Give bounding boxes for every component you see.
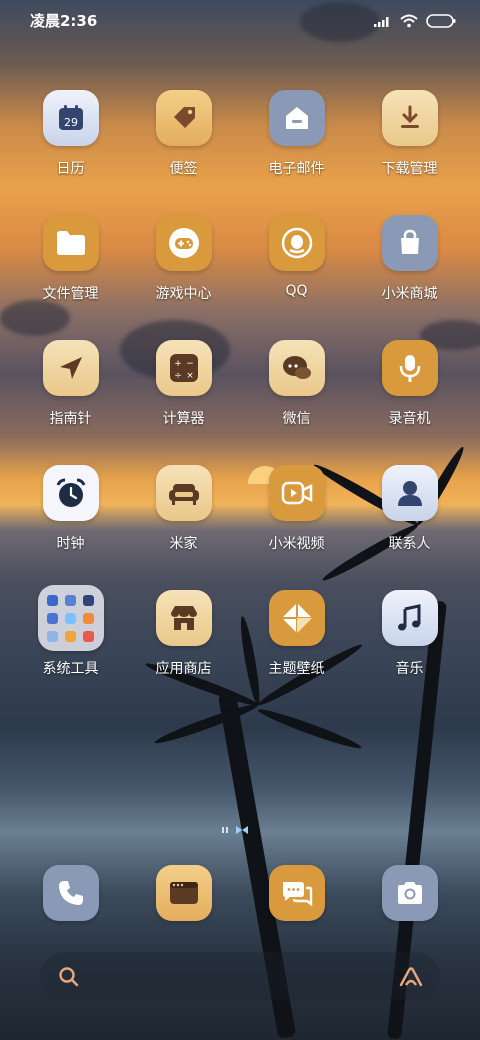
app-label: 小米商城 bbox=[381, 286, 438, 302]
app-contacts[interactable]: 联系人 bbox=[353, 463, 466, 588]
dock-messages[interactable] bbox=[240, 863, 353, 921]
mail-icon bbox=[268, 90, 325, 146]
app-label: 米家 bbox=[169, 536, 198, 552]
status-time: 凌晨2:36 bbox=[30, 12, 98, 30]
app-downloads[interactable]: 下载管理 bbox=[353, 88, 466, 213]
app-email[interactable]: 电子邮件 bbox=[240, 88, 353, 213]
svg-text:+: + bbox=[174, 359, 182, 369]
app-label: 微信 bbox=[282, 411, 311, 427]
search-icon[interactable] bbox=[58, 966, 80, 988]
status-icons bbox=[374, 14, 456, 28]
compass-arrow-icon bbox=[42, 340, 99, 396]
app-label: QQ bbox=[285, 283, 308, 299]
app-row: 时钟 米家 小米视频 联系人 bbox=[0, 463, 480, 588]
signal-icon bbox=[374, 17, 389, 27]
app-mi-store[interactable]: 小米商城 bbox=[353, 213, 466, 338]
search-bar[interactable] bbox=[40, 952, 440, 1000]
shopping-bag-icon bbox=[381, 215, 438, 271]
app-mi-video[interactable]: 小米视频 bbox=[240, 463, 353, 588]
app-row: 指南针 + − ÷ × 计算器 微信 录音机 bbox=[0, 338, 480, 463]
app-wechat[interactable]: 微信 bbox=[240, 338, 353, 463]
app-label: 联系人 bbox=[388, 536, 431, 552]
page-indicator-icon bbox=[222, 826, 248, 834]
folder-grid-icon bbox=[37, 585, 104, 651]
app-label: 日历 bbox=[56, 161, 85, 177]
svg-text:÷: ÷ bbox=[174, 371, 182, 381]
folder-preview-grid bbox=[47, 594, 94, 642]
folder-icon bbox=[42, 215, 99, 271]
music-note-icon bbox=[381, 590, 438, 646]
app-row: 文件管理 游戏中心 QQ 小米商城 bbox=[0, 213, 480, 338]
dock-browser[interactable] bbox=[127, 863, 240, 921]
page-indicator[interactable] bbox=[222, 824, 262, 839]
phone-icon bbox=[42, 865, 99, 921]
video-play-icon bbox=[268, 465, 325, 521]
person-icon bbox=[381, 465, 438, 521]
app-music[interactable]: 音乐 bbox=[353, 588, 466, 713]
battery-icon bbox=[426, 14, 456, 28]
tag-icon bbox=[155, 90, 212, 146]
app-label: 系统工具 bbox=[42, 661, 99, 677]
app-compass[interactable]: 指南针 bbox=[14, 338, 127, 463]
store-icon bbox=[155, 590, 212, 646]
app-label: 录音机 bbox=[388, 411, 431, 427]
app-qq[interactable]: QQ bbox=[240, 213, 353, 338]
chat-bubble-icon bbox=[268, 340, 325, 396]
app-themes[interactable]: 主题壁纸 bbox=[240, 588, 353, 713]
app-label: 小米视频 bbox=[268, 536, 325, 552]
app-label: 应用商店 bbox=[155, 661, 212, 677]
app-label: 游戏中心 bbox=[155, 286, 212, 302]
app-mijia[interactable]: 米家 bbox=[127, 463, 240, 588]
sofa-icon bbox=[155, 465, 212, 521]
browser-window-icon bbox=[155, 865, 212, 921]
app-row: 系统工具 应用商店 主题壁纸 音乐 bbox=[0, 585, 480, 713]
app-calendar[interactable]: 29 日历 bbox=[14, 88, 127, 213]
wifi-icon bbox=[400, 14, 418, 28]
camera-icon bbox=[381, 865, 438, 921]
gamepad-icon bbox=[155, 215, 212, 271]
theme-diamond-icon bbox=[268, 590, 325, 646]
dock-camera[interactable] bbox=[353, 863, 466, 921]
penguin-icon bbox=[268, 215, 325, 271]
messages-icon bbox=[268, 865, 325, 921]
download-icon bbox=[381, 90, 438, 146]
calendar-icon: 29 bbox=[42, 90, 99, 146]
app-app-store[interactable]: 应用商店 bbox=[127, 588, 240, 713]
dock-phone[interactable] bbox=[14, 863, 127, 921]
dock bbox=[0, 863, 480, 921]
microphone-icon bbox=[381, 340, 438, 396]
alarm-clock-icon bbox=[42, 465, 99, 521]
app-row: 29 日历 便签 电子邮件 下载管理 bbox=[0, 88, 480, 213]
app-notes[interactable]: 便签 bbox=[127, 88, 240, 213]
assistant-icon[interactable] bbox=[398, 966, 424, 988]
app-label: 计算器 bbox=[162, 411, 205, 427]
app-clock[interactable]: 时钟 bbox=[14, 463, 127, 588]
svg-text:×: × bbox=[186, 371, 194, 381]
app-files[interactable]: 文件管理 bbox=[14, 213, 127, 338]
app-recorder[interactable]: 录音机 bbox=[353, 338, 466, 463]
app-label: 文件管理 bbox=[42, 286, 99, 302]
app-label: 时钟 bbox=[56, 536, 85, 552]
app-label: 主题壁纸 bbox=[268, 661, 325, 677]
app-label: 电子邮件 bbox=[268, 161, 325, 177]
svg-text:−: − bbox=[186, 359, 194, 369]
app-label: 下载管理 bbox=[381, 161, 438, 177]
app-label: 音乐 bbox=[395, 661, 424, 677]
status-bar: 凌晨2:36 bbox=[0, 10, 480, 34]
calendar-day: 29 bbox=[64, 116, 78, 129]
app-label: 指南针 bbox=[49, 411, 92, 427]
app-calculator[interactable]: + − ÷ × 计算器 bbox=[127, 338, 240, 463]
app-game-center[interactable]: 游戏中心 bbox=[127, 213, 240, 338]
app-grid: 29 日历 便签 电子邮件 下载管理 文件管理 游戏中心 QQ 小米商城 指南针… bbox=[0, 88, 480, 713]
app-label: 便签 bbox=[169, 161, 198, 177]
calculator-icon: + − ÷ × bbox=[155, 340, 212, 396]
app-folder-system-tools[interactable]: 系统工具 bbox=[14, 585, 127, 713]
